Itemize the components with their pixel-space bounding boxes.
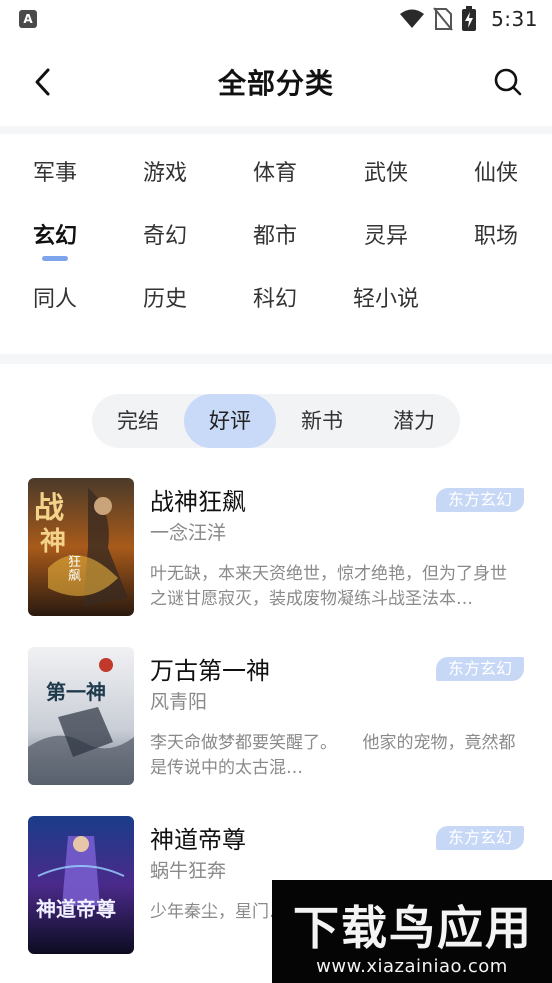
search-icon [494,68,522,96]
category-item[interactable]: 武侠 [336,154,436,194]
book-title: 万古第一神 [150,657,270,685]
book-description: 李天命做梦都要笑醒了。 他家的宠物，竟然都是传说中的太古混… [150,733,516,778]
book-author: 一念汪洋 [150,522,227,544]
category-item[interactable]: 游戏 [115,154,215,194]
category-item[interactable]: 仙侠 [446,154,546,194]
header: 全部分类 [0,38,552,126]
category-item[interactable]: 职场 [446,217,546,257]
svg-text:神: 神 [40,527,66,557]
wifi-icon [400,9,425,28]
filter-tabs: 完结 好评 新书 潜力 [92,394,460,448]
status-bar: A 5:31 [0,0,552,38]
genre-tag: 东方玄幻 [435,488,524,512]
app-notification-icon: A [19,10,37,28]
book-description: 叶无缺，本来天资绝世，惊才绝艳，但为了身世之谜甘愿寂灭，装成废物凝练斗战圣法本… [150,564,507,609]
genre-tag: 东方玄幻 [435,826,524,850]
svg-text:神道帝尊: 神道帝尊 [36,897,116,921]
book-cover-image: 战 神 狂 飙 [28,478,134,616]
category-item[interactable]: 轻小说 [336,280,436,320]
cover-title: 战 [34,491,64,526]
no-sim-icon [433,7,453,31]
book-cover-image: 第一神 [28,647,134,785]
book-author: 蜗牛狂奔 [150,860,227,882]
category-grid: 军事 游戏 体育 武侠 仙侠 玄幻 奇幻 都市 灵异 职场 同人 历史 科幻 轻… [0,134,552,354]
book-item[interactable]: 第一神 万古第一神 东方玄幻 风青阳 李天命做梦都要笑醒了。 他家的宠物，竟然都… [0,647,552,787]
page-title: 全部分类 [217,67,334,100]
watermark-url: www.xiazainiao.com [316,956,508,977]
category-item[interactable]: 奇幻 [115,217,215,257]
filter-tab-potential[interactable]: 潜力 [368,394,460,448]
battery-charging-icon [462,6,477,31]
category-item[interactable]: 军事 [5,154,105,194]
search-button[interactable] [490,64,526,100]
watermark-logo: 下载鸟应用 [293,901,533,955]
book-item[interactable]: 战 神 狂 飙 战神狂飙 东方玄幻 一念汪洋 叶无缺，本来天资绝世，惊才绝艳，但… [0,478,552,618]
book-author: 风青阳 [150,691,208,713]
book-cover-image: 神道帝尊 [28,816,134,954]
category-item[interactable]: 历史 [115,280,215,320]
filter-tab-completed[interactable]: 完结 [92,394,184,448]
svg-text:第一神: 第一神 [46,680,106,704]
section-divider [0,354,552,364]
category-item[interactable]: 都市 [225,217,325,257]
book-cover: 第一神 [28,647,134,785]
svg-text:飙: 飙 [68,568,81,584]
active-category-indicator [42,256,68,261]
genre-tag: 东方玄幻 [435,657,524,681]
category-item[interactable]: 体育 [225,154,325,194]
category-item[interactable]: 同人 [5,280,105,320]
category-item[interactable]: 灵异 [336,217,436,257]
status-time: 5:31 [491,7,538,31]
svg-text:狂: 狂 [68,555,81,570]
category-row: 同人 历史 科幻 轻小说 [0,280,552,330]
book-cover: 神道帝尊 [28,816,134,954]
category-row: 玄幻 奇幻 都市 灵异 职场 [0,217,552,267]
category-item[interactable]: 科幻 [225,280,325,320]
section-divider [0,126,552,134]
watermark-overlay: 下载鸟应用 www.xiazainiao.com [272,880,552,983]
book-title: 战神狂飙 [150,488,246,516]
status-icons: 5:31 [399,6,538,32]
filter-tab-top-rated[interactable]: 好评 [184,394,276,448]
filter-tab-new[interactable]: 新书 [276,394,368,448]
category-item-active[interactable]: 玄幻 [5,217,105,257]
category-row: 军事 游戏 体育 武侠 仙侠 [0,154,552,204]
book-title: 神道帝尊 [150,826,246,854]
book-cover: 战 神 狂 飙 [28,478,134,616]
